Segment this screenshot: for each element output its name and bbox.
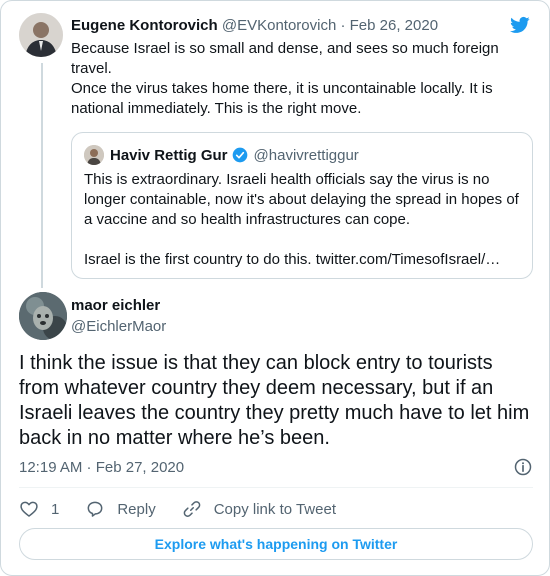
- link-icon: [183, 501, 201, 517]
- author-name[interactable]: Eugene Kontorovich: [71, 17, 218, 34]
- tweet-timestamp[interactable]: 12:19 AM · Feb 27, 2020: [19, 459, 184, 476]
- verified-badge-icon: [232, 147, 247, 163]
- parent-text-line: Once the virus takes home there, it is u…: [71, 80, 493, 117]
- parent-text: Because Israel is so small and dense, an…: [71, 39, 511, 119]
- divider: [19, 487, 533, 488]
- like-count: 1: [51, 500, 60, 518]
- quote-header: Haviv Rettig Gur @havivrettiggur: [84, 145, 359, 165]
- copy-link-label: Copy link to Tweet: [213, 500, 336, 518]
- quote-text-link[interactable]: Israel is the first country to do this. …: [84, 250, 524, 270]
- heart-icon: [20, 501, 38, 517]
- tweet-card: Eugene Kontorovich @EVKontorovich · Feb …: [0, 0, 550, 576]
- action-bar: 1 Reply Copy link to Tweet: [19, 497, 362, 521]
- copy-link-button[interactable]: Copy link to Tweet: [182, 499, 336, 519]
- avatar[interactable]: [19, 292, 67, 340]
- author-name[interactable]: maor eichler: [71, 297, 160, 314]
- tweet-text: I think the issue is that they can block…: [19, 352, 530, 449]
- quote-author-name: Haviv Rettig Gur: [110, 146, 228, 164]
- quote-text: This is extraordinary. Israeli health of…: [84, 171, 519, 228]
- quote-avatar: [84, 145, 104, 165]
- explore-button[interactable]: Explore what's happening on Twitter: [19, 528, 533, 560]
- thread-connector: [41, 63, 43, 288]
- like-button[interactable]: 1: [19, 499, 59, 519]
- quoted-tweet[interactable]: Haviv Rettig Gur @havivrettiggur This is…: [71, 132, 533, 279]
- twitter-bird-icon[interactable]: [509, 15, 531, 35]
- parent-header: Eugene Kontorovich @EVKontorovich · Feb …: [71, 17, 438, 34]
- author-meta[interactable]: @EVKontorovich · Feb 26, 2020: [222, 17, 438, 34]
- reply-button[interactable]: Reply: [85, 499, 156, 519]
- avatar[interactable]: [19, 13, 63, 57]
- reply-icon: [87, 501, 103, 517]
- quote-author-handle: @havivrettiggur: [253, 146, 359, 164]
- author-handle[interactable]: @EichlerMaor: [71, 318, 166, 335]
- parent-text-line: Because Israel is so small and dense, an…: [71, 40, 499, 77]
- reply-label: Reply: [117, 500, 156, 518]
- info-icon[interactable]: [513, 457, 533, 477]
